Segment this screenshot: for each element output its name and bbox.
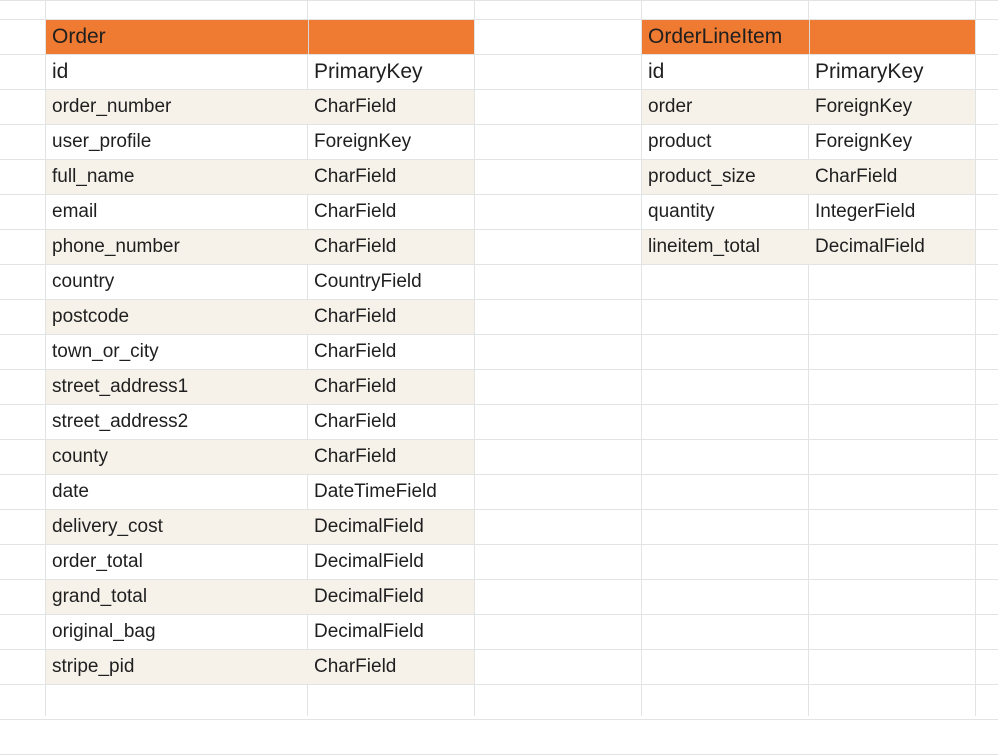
field-name-cell[interactable]: id	[46, 55, 308, 89]
field-type-cell[interactable]: DecimalField	[308, 545, 474, 579]
field-type-cell[interactable]: CharField	[308, 335, 474, 369]
field-type-cell[interactable]: DecimalField	[308, 510, 474, 544]
grid-row-line	[0, 684, 998, 685]
header-separator	[308, 20, 309, 54]
field-type-cell[interactable]: ForeignKey	[308, 125, 474, 159]
field-name-cell[interactable]: original_bag	[46, 615, 308, 649]
spreadsheet-grid[interactable]: Order id PrimaryKey order_number CharField us…	[0, 0, 998, 755]
field-name-cell[interactable]: id	[642, 55, 809, 89]
field-type-cell[interactable]: ForeignKey	[809, 90, 975, 124]
field-type-cell[interactable]: CharField	[308, 230, 474, 264]
field-name-cell[interactable]: street_address1	[46, 370, 308, 404]
field-type-cell[interactable]: CharField	[809, 160, 975, 194]
grid-column-line	[975, 0, 976, 716]
field-type-cell[interactable]: CharField	[308, 650, 474, 684]
field-name-cell[interactable]: postcode	[46, 300, 308, 334]
field-name-cell[interactable]: country	[46, 265, 308, 299]
table-header-cell[interactable]	[809, 20, 975, 54]
field-type-cell[interactable]: ForeignKey	[809, 125, 975, 159]
field-name-cell[interactable]: delivery_cost	[46, 510, 308, 544]
field-type-cell[interactable]: PrimaryKey	[308, 55, 474, 89]
field-type-cell[interactable]: CharField	[308, 405, 474, 439]
field-name-cell[interactable]: stripe_pid	[46, 650, 308, 684]
field-name-cell[interactable]: lineitem_total	[642, 230, 809, 264]
field-type-cell[interactable]: DecimalField	[809, 230, 975, 264]
field-name-cell[interactable]: county	[46, 440, 308, 474]
field-name-cell[interactable]: date	[46, 475, 308, 509]
field-type-cell[interactable]: CharField	[308, 370, 474, 404]
field-name-cell[interactable]: email	[46, 195, 308, 229]
grid-row-line	[0, 719, 998, 720]
table-title-order[interactable]: Order	[46, 20, 308, 54]
table-title-orderlineitem[interactable]: OrderLineItem	[642, 20, 809, 54]
field-name-cell[interactable]: product_size	[642, 160, 809, 194]
field-type-cell[interactable]: PrimaryKey	[809, 55, 975, 89]
field-name-cell[interactable]: street_address2	[46, 405, 308, 439]
field-type-cell[interactable]: CharField	[308, 440, 474, 474]
field-type-cell[interactable]: CharField	[308, 90, 474, 124]
field-name-cell[interactable]: order	[642, 90, 809, 124]
field-name-cell[interactable]: order_number	[46, 90, 308, 124]
field-name-cell[interactable]: user_profile	[46, 125, 308, 159]
field-name-cell[interactable]: full_name	[46, 160, 308, 194]
field-type-cell[interactable]: CharField	[308, 300, 474, 334]
field-name-cell[interactable]: phone_number	[46, 230, 308, 264]
field-type-cell[interactable]: DecimalField	[308, 580, 474, 614]
grid-column-line	[474, 0, 475, 716]
grid-row-line	[0, 0, 998, 1]
field-type-cell[interactable]: CharField	[308, 160, 474, 194]
field-name-cell[interactable]: order_total	[46, 545, 308, 579]
field-name-cell[interactable]: grand_total	[46, 580, 308, 614]
table-header-cell[interactable]	[308, 20, 474, 54]
field-name-cell[interactable]: town_or_city	[46, 335, 308, 369]
field-type-cell[interactable]: DateTimeField	[308, 475, 474, 509]
field-type-cell[interactable]: DecimalField	[308, 615, 474, 649]
field-name-cell[interactable]: quantity	[642, 195, 809, 229]
field-name-cell[interactable]: product	[642, 125, 809, 159]
header-separator	[809, 20, 810, 54]
field-type-cell[interactable]: CountryField	[308, 265, 474, 299]
field-type-cell[interactable]: IntegerField	[809, 195, 975, 229]
field-type-cell[interactable]: CharField	[308, 195, 474, 229]
